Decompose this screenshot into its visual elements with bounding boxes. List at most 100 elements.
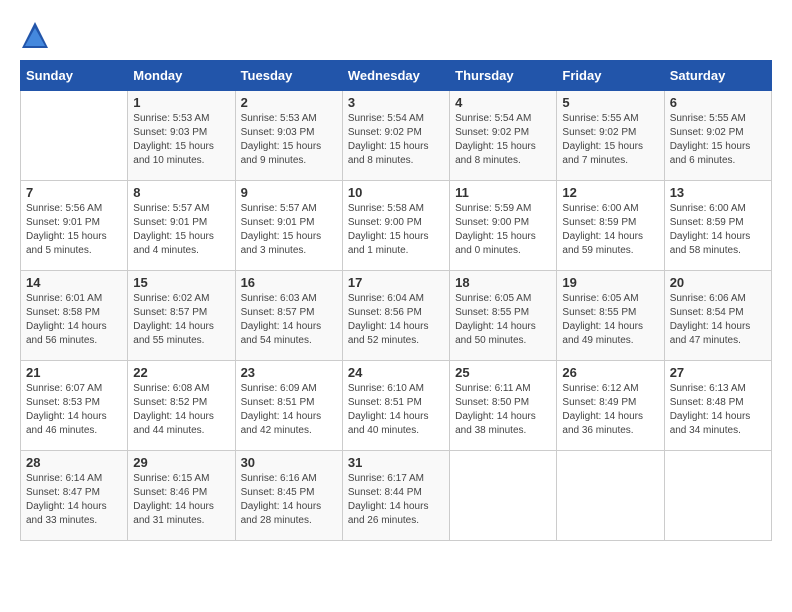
calendar-cell [21, 91, 128, 181]
day-number: 9 [241, 185, 337, 200]
day-number: 28 [26, 455, 122, 470]
header-thursday: Thursday [450, 61, 557, 91]
day-info: Sunrise: 6:13 AMSunset: 8:48 PMDaylight:… [670, 382, 766, 438]
day-info: Sunrise: 6:00 AMSunset: 8:59 PMDaylight:… [670, 202, 766, 258]
calendar-cell: 31 Sunrise: 6:17 AMSunset: 8:44 PMDayligh… [342, 451, 449, 541]
day-number: 4 [455, 95, 551, 110]
header-sunday: Sunday [21, 61, 128, 91]
day-number: 22 [133, 365, 229, 380]
calendar-cell [450, 451, 557, 541]
calendar-cell: 3 Sunrise: 5:54 AMSunset: 9:02 PMDaylight… [342, 91, 449, 181]
calendar-week-row: 14 Sunrise: 6:01 AMSunset: 8:58 PMDayligh… [21, 271, 772, 361]
day-info: Sunrise: 5:58 AMSunset: 9:00 PMDaylight:… [348, 202, 444, 258]
day-info: Sunrise: 5:55 AMSunset: 9:02 PMDaylight:… [670, 112, 766, 168]
calendar-cell: 13 Sunrise: 6:00 AMSunset: 8:59 PMDayligh… [664, 181, 771, 271]
day-info: Sunrise: 5:55 AMSunset: 9:02 PMDaylight:… [562, 112, 658, 168]
day-info: Sunrise: 6:10 AMSunset: 8:51 PMDaylight:… [348, 382, 444, 438]
day-info: Sunrise: 5:54 AMSunset: 9:02 PMDaylight:… [348, 112, 444, 168]
header [20, 20, 772, 50]
calendar-cell: 12 Sunrise: 6:00 AMSunset: 8:59 PMDayligh… [557, 181, 664, 271]
day-number: 21 [26, 365, 122, 380]
day-info: Sunrise: 6:06 AMSunset: 8:54 PMDaylight:… [670, 292, 766, 348]
day-number: 29 [133, 455, 229, 470]
calendar-table: SundayMondayTuesdayWednesdayThursdayFrid… [20, 60, 772, 541]
calendar-cell: 30 Sunrise: 6:16 AMSunset: 8:45 PMDayligh… [235, 451, 342, 541]
day-number: 13 [670, 185, 766, 200]
day-info: Sunrise: 5:54 AMSunset: 9:02 PMDaylight:… [455, 112, 551, 168]
day-number: 10 [348, 185, 444, 200]
calendar-week-row: 7 Sunrise: 5:56 AMSunset: 9:01 PMDaylight… [21, 181, 772, 271]
day-info: Sunrise: 6:09 AMSunset: 8:51 PMDaylight:… [241, 382, 337, 438]
day-info: Sunrise: 6:01 AMSunset: 8:58 PMDaylight:… [26, 292, 122, 348]
day-number: 20 [670, 275, 766, 290]
calendar-cell: 7 Sunrise: 5:56 AMSunset: 9:01 PMDaylight… [21, 181, 128, 271]
calendar-cell: 23 Sunrise: 6:09 AMSunset: 8:51 PMDayligh… [235, 361, 342, 451]
logo-icon [20, 20, 50, 50]
day-number: 7 [26, 185, 122, 200]
calendar-cell: 10 Sunrise: 5:58 AMSunset: 9:00 PMDayligh… [342, 181, 449, 271]
day-info: Sunrise: 6:15 AMSunset: 8:46 PMDaylight:… [133, 472, 229, 528]
day-number: 23 [241, 365, 337, 380]
day-info: Sunrise: 6:00 AMSunset: 8:59 PMDaylight:… [562, 202, 658, 258]
calendar-cell: 4 Sunrise: 5:54 AMSunset: 9:02 PMDaylight… [450, 91, 557, 181]
day-info: Sunrise: 5:53 AMSunset: 9:03 PMDaylight:… [133, 112, 229, 168]
day-number: 18 [455, 275, 551, 290]
calendar-cell: 18 Sunrise: 6:05 AMSunset: 8:55 PMDayligh… [450, 271, 557, 361]
calendar-header-row: SundayMondayTuesdayWednesdayThursdayFrid… [21, 61, 772, 91]
calendar-cell: 1 Sunrise: 5:53 AMSunset: 9:03 PMDaylight… [128, 91, 235, 181]
day-info: Sunrise: 6:08 AMSunset: 8:52 PMDaylight:… [133, 382, 229, 438]
day-info: Sunrise: 6:03 AMSunset: 8:57 PMDaylight:… [241, 292, 337, 348]
calendar-cell: 26Sunrise: 6:12 AMSunset: 8:49 PMDayligh… [557, 361, 664, 451]
calendar-cell: 15 Sunrise: 6:02 AMSunset: 8:57 PMDayligh… [128, 271, 235, 361]
day-info: Sunrise: 6:14 AMSunset: 8:47 PMDaylight:… [26, 472, 122, 528]
day-info: Sunrise: 5:57 AMSunset: 9:01 PMDaylight:… [241, 202, 337, 258]
day-info: Sunrise: 6:16 AMSunset: 8:45 PMDaylight:… [241, 472, 337, 528]
day-number: 17 [348, 275, 444, 290]
day-number: 19 [562, 275, 658, 290]
calendar-cell: 9 Sunrise: 5:57 AMSunset: 9:01 PMDaylight… [235, 181, 342, 271]
calendar-cell: 5 Sunrise: 5:55 AMSunset: 9:02 PMDaylight… [557, 91, 664, 181]
day-number: 6 [670, 95, 766, 110]
calendar-cell: 22 Sunrise: 6:08 AMSunset: 8:52 PMDayligh… [128, 361, 235, 451]
calendar-cell: 8Sunrise: 5:57 AMSunset: 9:01 PMDaylight… [128, 181, 235, 271]
header-tuesday: Tuesday [235, 61, 342, 91]
calendar-cell: 28 Sunrise: 6:14 AMSunset: 8:47 PMDayligh… [21, 451, 128, 541]
day-number: 3 [348, 95, 444, 110]
logo [20, 20, 54, 50]
calendar-week-row: 21Sunrise: 6:07 AMSunset: 8:53 PMDayligh… [21, 361, 772, 451]
day-number: 11 [455, 185, 551, 200]
header-monday: Monday [128, 61, 235, 91]
calendar-week-row: 1 Sunrise: 5:53 AMSunset: 9:03 PMDaylight… [21, 91, 772, 181]
header-saturday: Saturday [664, 61, 771, 91]
day-info: Sunrise: 6:04 AMSunset: 8:56 PMDaylight:… [348, 292, 444, 348]
day-number: 8 [133, 185, 229, 200]
day-number: 16 [241, 275, 337, 290]
day-number: 27 [670, 365, 766, 380]
day-info: Sunrise: 5:59 AMSunset: 9:00 PMDaylight:… [455, 202, 551, 258]
calendar-cell [557, 451, 664, 541]
day-number: 12 [562, 185, 658, 200]
day-number: 25 [455, 365, 551, 380]
day-number: 1 [133, 95, 229, 110]
day-number: 15 [133, 275, 229, 290]
calendar-cell: 14 Sunrise: 6:01 AMSunset: 8:58 PMDayligh… [21, 271, 128, 361]
calendar-cell: 24Sunrise: 6:10 AMSunset: 8:51 PMDayligh… [342, 361, 449, 451]
day-number: 2 [241, 95, 337, 110]
calendar-week-row: 28 Sunrise: 6:14 AMSunset: 8:47 PMDayligh… [21, 451, 772, 541]
header-wednesday: Wednesday [342, 61, 449, 91]
day-number: 5 [562, 95, 658, 110]
calendar-cell: 25 Sunrise: 6:11 AMSunset: 8:50 PMDayligh… [450, 361, 557, 451]
day-info: Sunrise: 6:12 AMSunset: 8:49 PMDaylight:… [562, 382, 658, 438]
header-friday: Friday [557, 61, 664, 91]
calendar-cell: 29 Sunrise: 6:15 AMSunset: 8:46 PMDayligh… [128, 451, 235, 541]
day-info: Sunrise: 6:02 AMSunset: 8:57 PMDaylight:… [133, 292, 229, 348]
day-info: Sunrise: 6:17 AMSunset: 8:44 PMDaylight:… [348, 472, 444, 528]
day-info: Sunrise: 5:56 AMSunset: 9:01 PMDaylight:… [26, 202, 122, 258]
calendar-cell: 17 Sunrise: 6:04 AMSunset: 8:56 PMDayligh… [342, 271, 449, 361]
day-number: 14 [26, 275, 122, 290]
day-number: 31 [348, 455, 444, 470]
day-info: Sunrise: 6:11 AMSunset: 8:50 PMDaylight:… [455, 382, 551, 438]
day-info: Sunrise: 6:05 AMSunset: 8:55 PMDaylight:… [455, 292, 551, 348]
day-number: 30 [241, 455, 337, 470]
calendar-cell [664, 451, 771, 541]
